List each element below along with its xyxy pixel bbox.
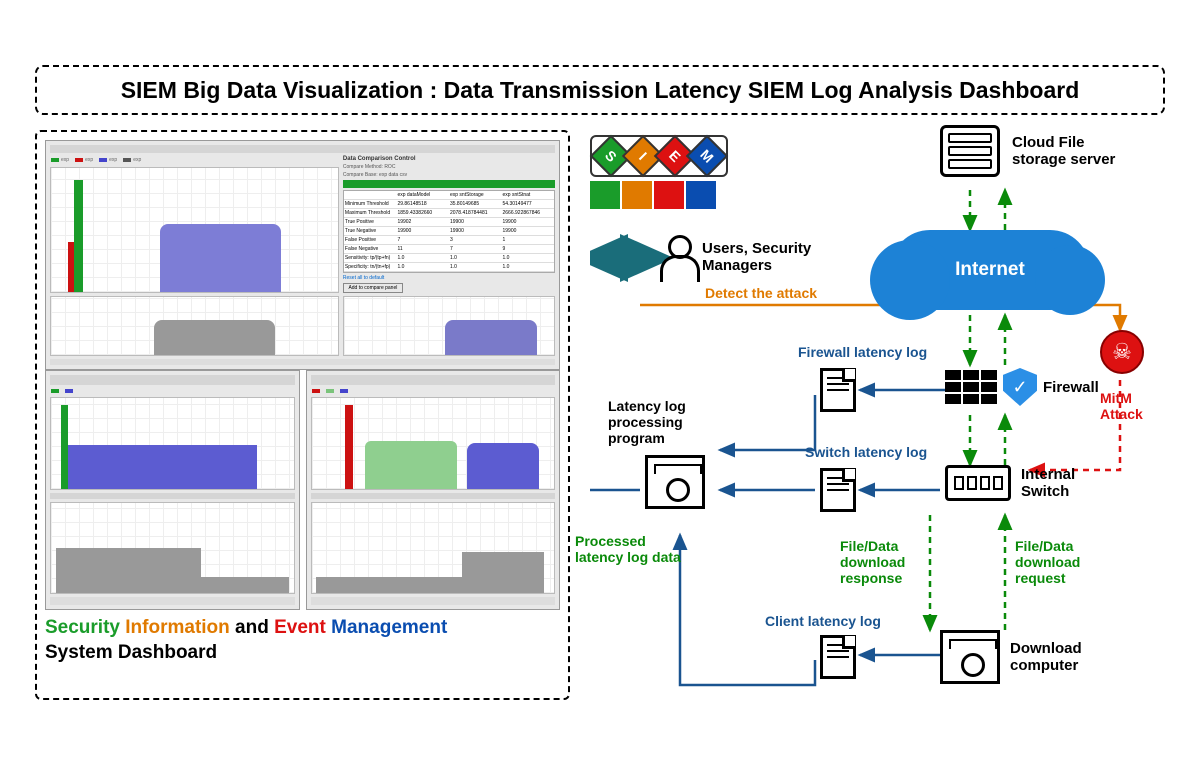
computer-icon [940,630,1000,684]
network-diagram: S I E M Users, Security Managers Cloud F… [590,130,1170,730]
reset-link[interactable]: Reset all to default [343,275,555,281]
download-node: Download computer [940,630,1110,684]
chart-plot-3b [311,502,556,595]
fw-log-label: Firewall latency log [798,344,927,360]
dashboard-panel: expexpexpexp Data Comparison Control Com… [35,130,570,700]
chart-plot-3a [311,397,556,490]
dashboard-window-2 [45,370,300,610]
dashboard-window-1: expexpexpexp Data Comparison Control Com… [45,140,560,370]
client-log-doc [820,635,856,679]
add-compare-button[interactable]: Add to compare panel [343,283,403,293]
dashboard-window-3 [306,370,561,610]
document-icon [820,635,856,679]
dl-req-label: File/Data download request [1015,538,1105,586]
switch-icon [945,465,1011,501]
stats-table: exp dataModelexp sntStorageexp sntStnat … [343,190,555,273]
users-node: Users, Security Managers [660,235,832,279]
stats-header: Data Comparison Control [343,156,555,162]
attacker-icon: ☠ [1100,330,1144,374]
switch-log-doc [820,468,856,512]
processor-icon [645,455,705,509]
dashboard-caption: Security Information and Event Managemen… [45,616,560,665]
document-icon [820,368,856,412]
shield-icon: ✓ [1003,368,1037,406]
chart-plot-1a [50,167,339,293]
series-plateau-purple [445,320,537,355]
server-icon [940,125,1000,177]
cloud-icon: Internet [890,230,1090,310]
user-icon [660,235,694,279]
switch-node: Internal Switch [945,465,1101,501]
internet-node: Internet [890,230,1090,310]
cloud-server-node: Cloud File storage server [940,125,1132,177]
window-footer [50,359,555,365]
firewall-log-doc [820,368,856,412]
cl-log-label: Client latency log [765,613,881,629]
chart-plot-1c [343,296,555,356]
users-label: Users, Security Managers [702,240,832,274]
processed-label: Processed latency log data [575,533,685,565]
series-plateau-blue [160,224,281,292]
chart-plot-2b [50,502,295,595]
mitm-label: MitM Attack [1100,390,1160,422]
chart-plot-1b [50,296,339,356]
sw-log-label: Switch latency log [805,444,927,460]
attacker-node: ☠ [1100,330,1144,374]
document-icon [820,468,856,512]
detect-label: Detect the attack [705,285,817,301]
dl-resp-label: File/Data download response [840,538,930,586]
firewall-node: ✓ Firewall [945,368,1099,406]
series-spike-red [68,242,74,292]
window-titlebar [50,145,555,153]
firewall-icon [945,370,997,404]
processor-node [645,455,705,509]
series-plateau-gray [154,320,275,355]
stats-section-bar [343,180,555,188]
stats-panel: Data Comparison Control Compare Method: … [343,156,555,293]
chart-controls: expexpexpexp [50,156,339,164]
siem-logo: S I E M [590,135,728,209]
chart-plot-2a [50,397,295,490]
processor-label: Latency log processing program [608,398,708,446]
title-box: SIEM Big Data Visualization : Data Trans… [35,65,1165,115]
series-spike-green [74,180,83,292]
main-title: SIEM Big Data Visualization : Data Trans… [121,77,1080,104]
